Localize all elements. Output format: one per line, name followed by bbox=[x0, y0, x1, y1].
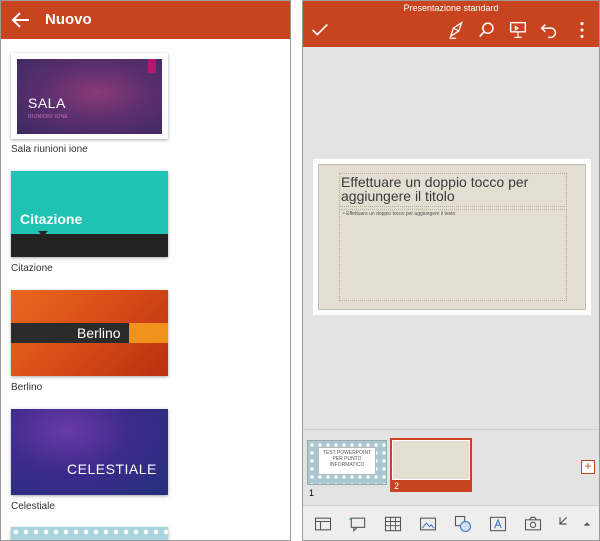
resize-icon[interactable] bbox=[555, 514, 575, 534]
slide-thumbnail-1[interactable]: TEST POWERPOINT PER PUNTO INFORMATICO bbox=[307, 440, 387, 485]
template-berlino[interactable]: Berlino bbox=[11, 290, 168, 376]
slide-number: 2 bbox=[394, 481, 400, 491]
new-presentation-screen: Nuovo SALA RIUNIONI IONE Sala riunioni i… bbox=[0, 0, 291, 541]
expand-toolbar-icon[interactable] bbox=[577, 514, 597, 534]
page-title: Nuovo bbox=[45, 11, 92, 28]
template-thumbnail: SALA RIUNIONI IONE bbox=[17, 59, 162, 134]
thumbnail-title: Citazione bbox=[20, 211, 83, 227]
table-icon[interactable] bbox=[383, 514, 403, 534]
screen-divider bbox=[291, 0, 302, 541]
more-options-icon[interactable] bbox=[571, 19, 593, 41]
insert-toolbar bbox=[303, 505, 599, 540]
template-next-partial[interactable] bbox=[11, 527, 168, 540]
template-celestiale[interactable]: CELESTIALE bbox=[11, 409, 168, 495]
text-box-icon[interactable] bbox=[488, 514, 508, 534]
slide-thumbnail-2[interactable]: 2 bbox=[390, 438, 472, 492]
thumbnail-title: CELESTIALE bbox=[67, 461, 157, 477]
new-comment-icon[interactable] bbox=[348, 514, 368, 534]
accent-tag bbox=[148, 59, 156, 73]
thumbnail-title: Berlino bbox=[77, 325, 121, 341]
quote-notch bbox=[38, 231, 48, 236]
body-placeholder-text: • Effettuare un doppio tocco per aggiung… bbox=[343, 211, 456, 217]
thumbnail-text: TEST POWERPOINT PER PUNTO INFORMATICO bbox=[322, 450, 372, 468]
template-label: Celestiale bbox=[11, 501, 55, 512]
slide-canvas[interactable]: Effettuare un doppio tocco per aggiunger… bbox=[313, 159, 591, 315]
slide-number: 1 bbox=[309, 488, 315, 498]
app-header: Nuovo bbox=[1, 1, 290, 39]
editor-toolbar: Presentazione standard bbox=[303, 1, 599, 47]
body-placeholder[interactable] bbox=[339, 209, 567, 301]
template-label: Berlino bbox=[11, 382, 43, 393]
orange-bar bbox=[129, 323, 168, 343]
checkmark-icon[interactable] bbox=[309, 19, 331, 41]
presentation-editor-screen: Presentazione standard Effettuare un dop… bbox=[302, 0, 600, 541]
camera-icon[interactable] bbox=[523, 514, 543, 534]
back-arrow-icon[interactable] bbox=[9, 8, 33, 32]
dark-band bbox=[11, 234, 168, 257]
template-label: Citazione bbox=[11, 263, 53, 274]
undo-icon[interactable] bbox=[538, 19, 560, 41]
pen-draw-icon[interactable] bbox=[446, 19, 468, 41]
title-placeholder-text: Effettuare un doppio tocco per aggiunger… bbox=[341, 174, 529, 204]
search-icon[interactable] bbox=[476, 19, 498, 41]
template-citazione[interactable]: Citazione bbox=[11, 171, 168, 257]
thumbnail-title: SALA bbox=[28, 95, 66, 111]
document-title: Presentazione standard bbox=[403, 3, 499, 13]
template-label: Sala riunioni ione bbox=[11, 144, 88, 155]
layout-icon[interactable] bbox=[313, 514, 333, 534]
picture-icon[interactable] bbox=[418, 514, 438, 534]
shapes-icon[interactable] bbox=[453, 514, 473, 534]
add-slide-button[interactable]: + bbox=[581, 460, 595, 474]
current-slide[interactable]: Effettuare un doppio tocco per aggiunger… bbox=[318, 164, 586, 310]
thumbnail-face bbox=[392, 440, 470, 480]
thumbnail-subtitle: RIUNIONI IONE bbox=[28, 114, 69, 120]
template-sala-riunioni-ione[interactable]: SALA RIUNIONI IONE bbox=[11, 53, 168, 139]
present-icon[interactable] bbox=[507, 19, 529, 41]
slide-thumbnails-strip: TEST POWERPOINT PER PUNTO INFORMATICO 1 … bbox=[303, 429, 599, 505]
